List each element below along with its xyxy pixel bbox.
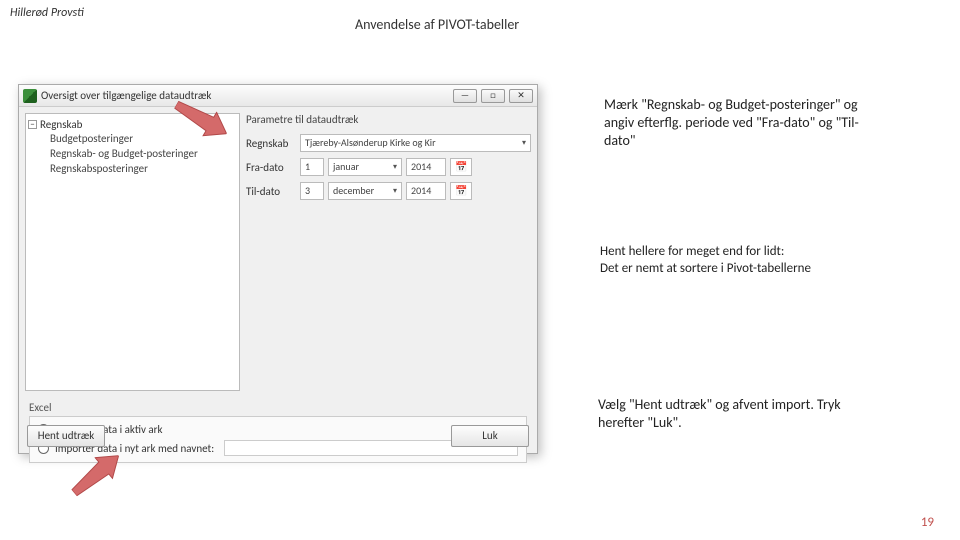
- chevron-down-icon: ▾: [393, 159, 397, 175]
- tree-item-regnskabsposteringer[interactable]: Regnskabsposteringer: [50, 161, 237, 176]
- fra-dato-label: Fra-dato: [246, 161, 294, 174]
- til-day-field[interactable]: 3: [300, 182, 324, 200]
- data-extract-dialog: Oversigt over tilgængelige dataudtræk — …: [18, 84, 538, 454]
- params-heading: Parametre til dataudtræk: [246, 113, 531, 126]
- collapse-icon[interactable]: −: [28, 120, 37, 129]
- fra-year-field[interactable]: 2014: [406, 158, 446, 176]
- titlebar[interactable]: Oversigt over tilgængelige dataudtræk — …: [19, 85, 537, 107]
- annotation-2: Hent hellere for meget end for lidt: Det…: [600, 244, 890, 278]
- chevron-down-icon: ▾: [522, 135, 526, 151]
- regnskab-dropdown[interactable]: Tjæreby-Alsønderup Kirke og Kir ▾: [300, 134, 531, 152]
- annotation-1: Mærk "Regnskab- og Budget-posteringer" o…: [604, 96, 874, 151]
- regnskab-label: Regnskab: [246, 137, 294, 150]
- excel-group-label: Excel: [29, 401, 527, 414]
- page-number: 19: [921, 515, 934, 530]
- doc-header-center: Anvendelse af PIVOT-tabeller: [355, 16, 519, 33]
- app-icon: [23, 89, 37, 103]
- til-calendar-button[interactable]: 📅: [450, 182, 472, 200]
- minimize-button[interactable]: —: [453, 89, 477, 103]
- til-month-dropdown[interactable]: december▾: [328, 182, 402, 200]
- tree-item-regnskab-budget[interactable]: Regnskab- og Budget-posteringer: [50, 146, 237, 161]
- til-year-field[interactable]: 2014: [406, 182, 446, 200]
- fra-month-dropdown[interactable]: januar▾: [328, 158, 402, 176]
- hent-udtraek-button[interactable]: Hent udtræk: [27, 425, 105, 447]
- tree-root-label: Regnskab: [40, 118, 82, 131]
- close-button[interactable]: ✕: [509, 89, 533, 103]
- annotation-3: Vælg "Hent udtræk" og afvent import. Try…: [598, 396, 886, 432]
- doc-header-left: Hillerød Provsti: [10, 6, 84, 20]
- calendar-icon: 📅: [455, 159, 467, 175]
- window-title: Oversigt over tilgængelige dataudtræk: [41, 89, 449, 102]
- til-dato-label: Til-dato: [246, 185, 294, 198]
- chevron-down-icon: ▾: [393, 183, 397, 199]
- fra-calendar-button[interactable]: 📅: [450, 158, 472, 176]
- maximize-button[interactable]: □: [481, 89, 505, 103]
- fra-day-field[interactable]: 1: [300, 158, 324, 176]
- params-panel: Parametre til dataudtræk Regnskab Tjæreb…: [246, 113, 531, 391]
- regnskab-value: Tjæreby-Alsønderup Kirke og Kir: [305, 135, 436, 151]
- calendar-icon: 📅: [455, 183, 467, 199]
- luk-button[interactable]: Luk: [451, 425, 529, 447]
- extract-tree[interactable]: − Regnskab Budgetposteringer Regnskab- o…: [25, 113, 240, 391]
